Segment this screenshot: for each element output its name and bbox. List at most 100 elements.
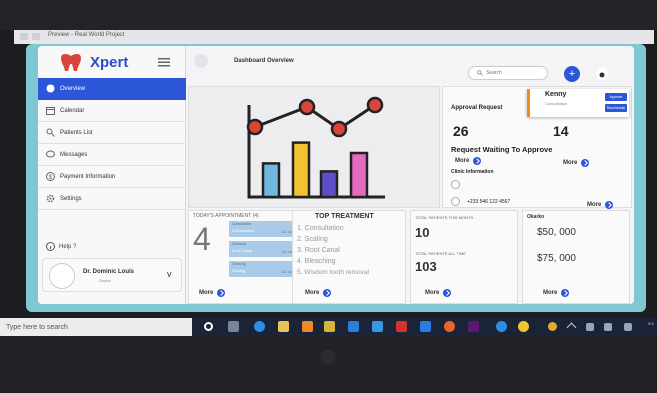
more-label: More [305,290,320,296]
app-icon[interactable] [518,321,529,332]
appointment-slot[interactable]: Cleaning Scaling Dr. Louis [229,261,299,277]
illustration-point [330,120,348,138]
request-card[interactable]: Kenny Consultation Approve Reschedule [527,89,629,117]
settings-button[interactable] [596,68,608,80]
avatar [49,263,75,289]
add-button[interactable]: + [564,66,580,82]
firefox-icon[interactable] [444,321,455,332]
taskbar-search-input[interactable]: Type here to search [0,318,192,336]
treatment-item: 5. Wisdom tooth removal [297,269,369,276]
sidebar-item-patients-list[interactable]: Patients List [38,122,186,144]
more-button[interactable]: More [543,289,570,297]
netflix-icon[interactable] [396,321,407,332]
patients-card: TOTAL PATIENTS THIS MONTH 10 TOTAL PATIE… [410,210,518,304]
more-label: More [563,160,578,166]
approval-request-panel: Approval Request Kenny Consultation Appr… [442,86,632,209]
illustration-point [366,96,384,114]
appointment-slot[interactable]: Consultation Consultation Dr. Louis [229,221,299,237]
more-button[interactable]: More [199,289,226,297]
approve-button[interactable]: Approve [605,93,627,101]
chat-icon [46,150,55,158]
app-icon[interactable] [420,321,431,332]
illustration-bar [319,170,339,199]
slot-label: Root Canal [232,248,253,253]
more-label: More [587,202,602,208]
mail-icon[interactable] [372,321,383,332]
sidebar-item-messages[interactable]: Messages [38,144,186,166]
arrow-right-icon [605,201,614,209]
network-icon[interactable] [586,323,594,331]
sidebar-item-calendar[interactable]: Calendar [38,100,186,122]
user-profile-card[interactable]: Dr. Dominic Louis Doctor v [42,258,182,292]
chevron-up-icon[interactable] [566,322,577,333]
revenue-card: Okarko $50, 000 $75, 000 More [522,210,630,304]
gear-icon [46,194,55,203]
app-icon[interactable] [548,322,557,331]
vlc-icon[interactable] [302,321,313,332]
treatment-item: 3. Root Canal [297,247,340,254]
clinic-option-radio[interactable] [451,197,460,206]
treatment-item: 1. Consultation [297,225,344,232]
volume-icon[interactable] [624,323,632,331]
adobe-xd-icon[interactable] [468,321,479,332]
window-control-icon[interactable] [20,33,28,40]
search-input[interactable]: Search [468,66,548,80]
user-name: Dr. Dominic Louis [83,269,135,275]
help-link[interactable]: Help ? [46,242,76,251]
photo-background-bottom [0,336,657,393]
more-button[interactable]: More [563,159,590,167]
search-icon [477,70,483,76]
battery-icon[interactable] [604,323,612,331]
sidebar-item-payment-information[interactable]: $ Payment Information [38,166,186,188]
folder-icon[interactable] [324,321,335,332]
sidebar-item-label: Overview [60,86,86,92]
more-label: More [543,290,558,296]
slot-label: Scaling [232,268,246,273]
illustration-bar [291,141,311,199]
sidebar-item-label: Patients List [60,129,93,136]
file-explorer-icon[interactable] [278,321,289,332]
window-title: Preview - Real World Project [48,32,125,38]
search-placeholder: Search [486,70,502,76]
more-button[interactable]: More [587,201,614,209]
more-label: More [199,290,214,296]
sidebar-item-settings[interactable]: Settings [38,188,186,210]
arrow-right-icon [443,289,452,297]
user-role: Doctor [99,278,111,283]
page-title: Dashboard Overview [234,58,294,64]
app-icon[interactable] [496,321,507,332]
slot-label: Consultation [232,228,255,233]
arrow-right-icon [581,159,590,167]
sidebar: Xpert Overview Calendar Patients List Me… [38,46,186,304]
revenue-value: $75, 000 [537,253,576,264]
more-button[interactable]: More [425,289,452,297]
illustration-bar [349,151,369,199]
sidebar-item-label: Calendar [60,107,85,114]
sidebar-item-label: Payment Information [60,173,116,180]
tooth-logo-icon [61,53,81,71]
edge-icon[interactable] [254,321,265,332]
request-subtitle: Consultation [545,101,568,106]
clinic-option-radio[interactable] [451,180,460,189]
treatment-item: 2. Scaling [297,236,328,243]
store-icon[interactable] [348,321,359,332]
plus-icon: + [568,68,576,80]
request-name: Kenny [545,91,567,98]
window-control-icon[interactable] [32,33,40,40]
more-button[interactable]: More [305,289,332,297]
sidebar-item-overview[interactable]: Overview [38,78,186,100]
cortana-icon[interactable] [204,322,213,331]
menu-icon[interactable] [158,58,170,67]
more-label: More [425,290,440,296]
sidebar-item-label: Settings [60,195,82,202]
header-icon[interactable] [194,54,208,68]
stat-value: 10 [415,225,430,240]
reschedule-button[interactable]: Reschedule [605,104,627,112]
laptop-logo [320,350,336,364]
task-view-icon[interactable] [228,321,239,332]
chevron-down-icon[interactable]: v [167,269,172,279]
appointment-slot[interactable]: Checkup Root Canal Dr. Louis [229,241,299,257]
photo-background-top [0,0,657,30]
more-button[interactable]: More [455,157,482,165]
arrow-right-icon [323,289,332,297]
